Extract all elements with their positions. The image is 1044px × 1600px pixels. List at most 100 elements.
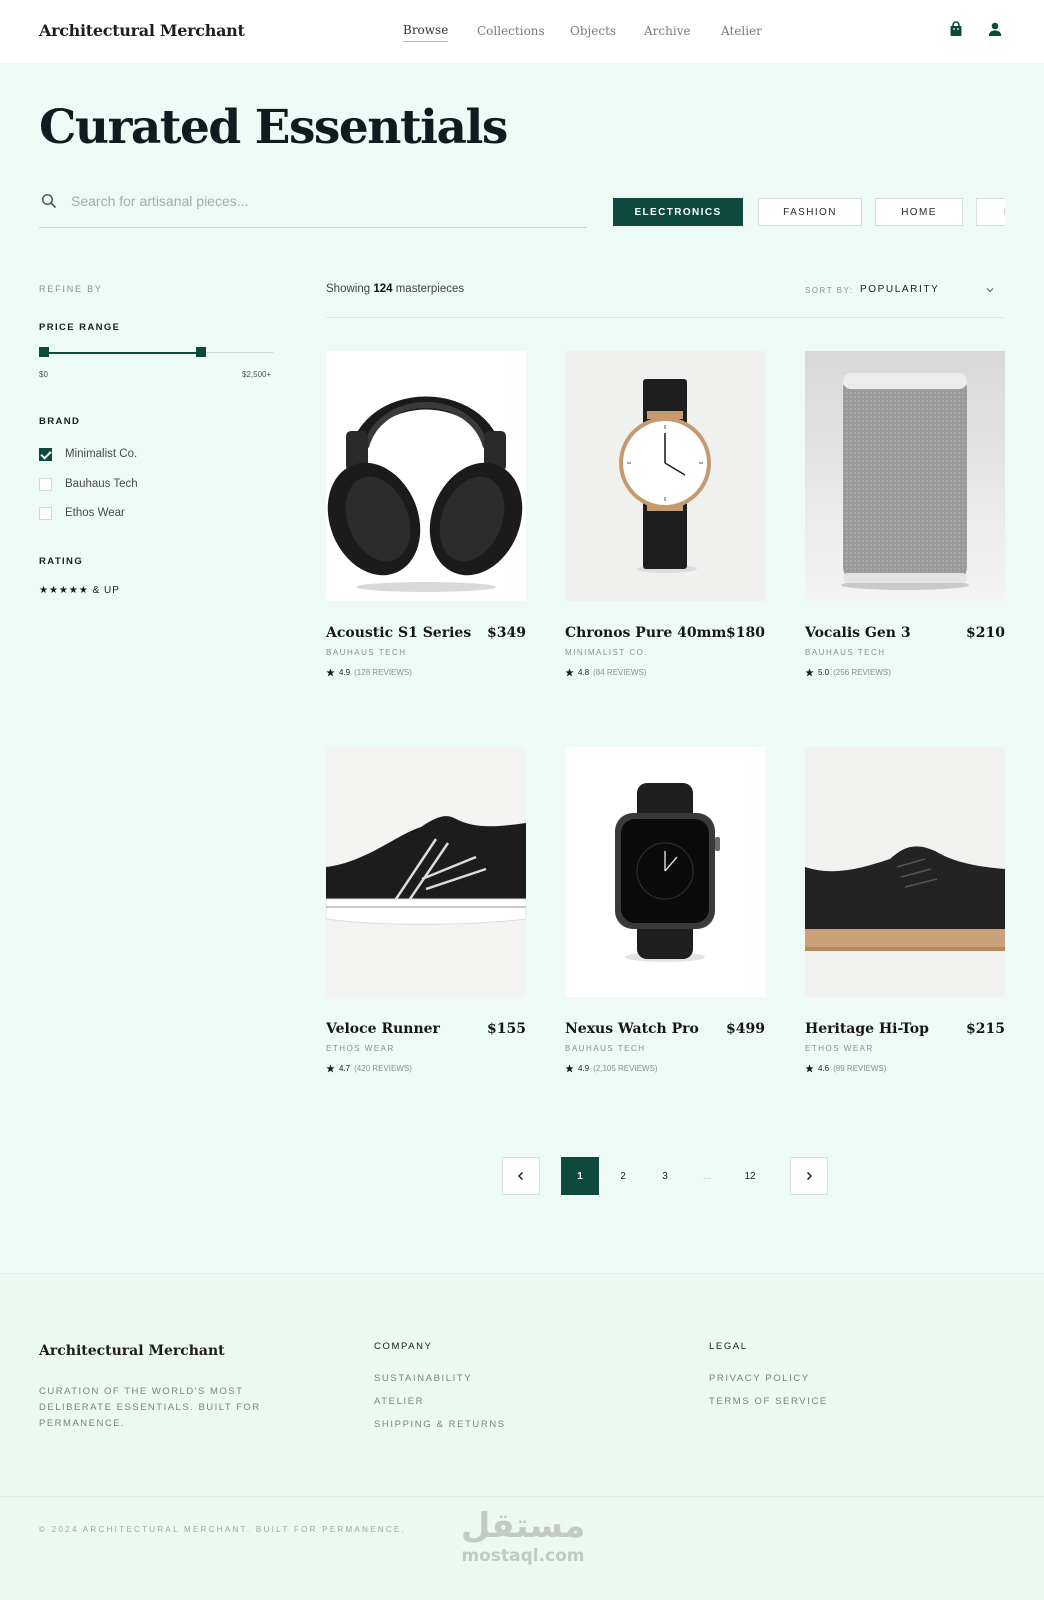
- star-icon: [805, 1064, 814, 1073]
- watermark: مستقل mostaql.com: [458, 1506, 588, 1570]
- results-number: 124: [373, 283, 393, 295]
- product-card[interactable]: Acoustic S1 Series $349 BAUHAUS TECH 4.9…: [326, 351, 526, 691]
- watermark-arabic: مستقل: [460, 1506, 586, 1546]
- sort-label: SORT BY:: [805, 286, 854, 295]
- product-brand: MINIMALIST CO.: [565, 648, 649, 657]
- rating-value: 5.0: [818, 668, 830, 677]
- product-rating: 4.7 (420 REVIEWS): [326, 1064, 412, 1073]
- star-icon: [565, 668, 574, 677]
- footer-description: CURATION OF THE WORLD'S MOST DELIBERATE …: [39, 1386, 261, 1429]
- brand-filter-label: Minimalist Co.: [65, 448, 138, 460]
- sort-dropdown[interactable]: POPULARITY: [860, 284, 939, 295]
- copyright-text: © 2024 ARCHITECTURAL MERCHANT. BUILT FOR…: [39, 1525, 407, 1534]
- rating-value: 4.8: [578, 668, 590, 677]
- footer-link-sustainability[interactable]: SUSTAINABILITY: [374, 1373, 472, 1384]
- nav-archive[interactable]: Archive: [644, 24, 691, 38]
- user-icon[interactable]: [987, 21, 1003, 37]
- chevron-right-icon: [806, 1171, 813, 1181]
- brand-heading: BRAND: [39, 416, 81, 427]
- site-header: Architectural Merchant Browse Collection…: [0, 0, 1044, 63]
- price-slider-max-handle[interactable]: [196, 347, 206, 357]
- showing-suffix: masterpieces: [395, 283, 465, 295]
- star-icon: [805, 668, 814, 677]
- brand-filter-label: Ethos Wear: [65, 507, 125, 519]
- product-brand: BAUHAUS TECH: [326, 648, 407, 657]
- brand-filter-minimalist[interactable]: Minimalist Co.: [39, 447, 137, 461]
- product-name[interactable]: Nexus Watch Pro: [565, 1021, 699, 1037]
- product-image-smart-speaker[interactable]: [805, 351, 1005, 601]
- rating-value: 4.7: [339, 1064, 351, 1073]
- footer-link-privacy[interactable]: PRIVACY POLICY: [709, 1373, 810, 1384]
- product-card[interactable]: Nexus Watch Pro $499 BAUHAUS TECH 4.9 (2…: [565, 747, 765, 1087]
- footer-brand[interactable]: Architectural Merchant: [39, 1343, 225, 1359]
- product-name[interactable]: Acoustic S1 Series: [326, 625, 471, 641]
- review-count: (2,105 REVIEWS): [593, 1064, 658, 1073]
- star-icon: [326, 668, 335, 677]
- pagination-page[interactable]: 2: [604, 1157, 642, 1195]
- product-price: $499: [726, 1021, 765, 1037]
- nav-browse[interactable]: Browse: [403, 23, 449, 42]
- product-rating: 4.8 (84 REVIEWS): [565, 668, 646, 677]
- product-image-leather-sneaker[interactable]: [805, 747, 1005, 997]
- results-count: Showing 124 masterpieces: [326, 283, 464, 295]
- review-count: (420 REVIEWS): [354, 1064, 412, 1073]
- pagination-next-button[interactable]: [790, 1157, 828, 1195]
- product-card[interactable]: Chronos Pure 40mm $180 MINIMALIST CO. 4.…: [565, 351, 765, 691]
- product-name[interactable]: Chronos Pure 40mm: [565, 625, 726, 641]
- category-beauty[interactable]: BEAUTY: [976, 198, 1005, 226]
- nav-objects[interactable]: Objects: [570, 24, 616, 38]
- product-name[interactable]: Heritage Hi-Top: [805, 1021, 929, 1037]
- pagination-prev-button[interactable]: [502, 1157, 540, 1195]
- brand-logo[interactable]: Architectural Merchant: [39, 21, 245, 40]
- page-title: Curated Essentials: [39, 100, 508, 155]
- pagination-page[interactable]: 12: [731, 1157, 769, 1195]
- category-electronics[interactable]: ELECTRONICS: [613, 198, 743, 226]
- pagination-page[interactable]: 1: [561, 1157, 599, 1195]
- price-slider-min-handle[interactable]: [39, 347, 49, 357]
- product-image-running-shoe[interactable]: [326, 747, 526, 997]
- product-brand: BAUHAUS TECH: [805, 648, 886, 657]
- search-bar: [39, 186, 587, 228]
- product-image-headphones[interactable]: [326, 351, 526, 601]
- search-input[interactable]: [71, 188, 571, 214]
- product-name[interactable]: Vocalis Gen 3: [805, 625, 911, 641]
- product-card[interactable]: Vocalis Gen 3 $210 BAUHAUS TECH 5.0 (256…: [805, 351, 1005, 691]
- footer-link-shipping[interactable]: SHIPPING & RETURNS: [374, 1419, 506, 1430]
- price-slider-fill: [45, 352, 201, 354]
- refine-label: REFINE BY: [39, 284, 103, 294]
- brand-filter-ethos[interactable]: Ethos Wear: [39, 506, 125, 520]
- category-fashion[interactable]: FASHION: [758, 198, 862, 226]
- star-icon: [326, 1064, 335, 1073]
- pagination-page[interactable]: 3: [646, 1157, 684, 1195]
- brand-filter-bauhaus[interactable]: Bauhaus Tech: [39, 477, 138, 491]
- product-brand: BAUHAUS TECH: [565, 1044, 646, 1053]
- footer-link-terms[interactable]: TERMS OF SERVICE: [709, 1396, 828, 1407]
- review-count: (256 REVIEWS): [833, 668, 891, 677]
- product-image-smartwatch[interactable]: [565, 747, 765, 997]
- checkbox[interactable]: [39, 506, 52, 520]
- search-icon: [41, 193, 57, 209]
- checkbox-checked[interactable]: [39, 447, 52, 461]
- product-name[interactable]: Veloce Runner: [326, 1021, 440, 1037]
- category-home[interactable]: HOME: [875, 198, 963, 226]
- watermark-latin: mostaql.com: [461, 1546, 585, 1566]
- rating-value: 4.9: [578, 1064, 590, 1073]
- price-max-value: $2,500+: [242, 370, 272, 379]
- toolbar-divider: [326, 317, 1005, 318]
- review-count: (128 REVIEWS): [354, 668, 412, 677]
- footer-link-atelier[interactable]: ATELIER: [374, 1396, 424, 1407]
- chevron-down-icon[interactable]: [985, 285, 995, 295]
- product-card[interactable]: Veloce Runner $155 ETHOS WEAR 4.7 (420 R…: [326, 747, 526, 1087]
- pagination-ellipsis: ...: [702, 1170, 712, 1182]
- footer-legal-heading: LEGAL: [709, 1341, 748, 1352]
- nav-atelier[interactable]: Atelier: [721, 24, 762, 38]
- rating-filter[interactable]: ★★★★★ & UP: [39, 585, 120, 596]
- shopping-bag-icon[interactable]: [948, 21, 964, 37]
- product-image-wristwatch[interactable]: [565, 351, 765, 601]
- product-rating: 4.9 (2,105 REVIEWS): [565, 1064, 658, 1073]
- nav-collections[interactable]: Collections: [477, 24, 545, 38]
- product-rating: 5.0 (256 REVIEWS): [805, 668, 891, 677]
- checkbox[interactable]: [39, 477, 52, 491]
- product-card[interactable]: Heritage Hi-Top $215 ETHOS WEAR 4.6 (89 …: [805, 747, 1005, 1087]
- chevron-left-icon: [517, 1171, 524, 1181]
